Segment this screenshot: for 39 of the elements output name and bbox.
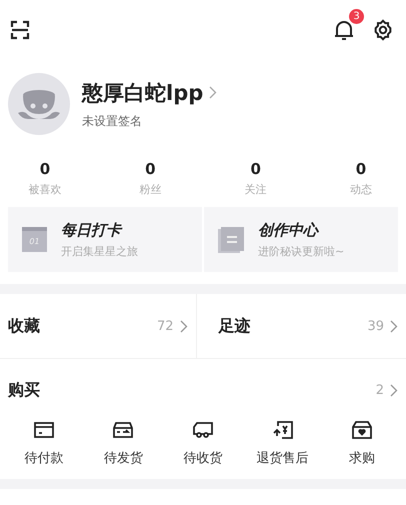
card-subtitle: 开启集星星之旅 — [61, 244, 138, 258]
stat-value[interactable]: 0 — [356, 160, 366, 178]
purchase-label[interactable]: 待发货 — [104, 449, 143, 467]
purchase-label[interactable]: 退货售后 — [256, 449, 309, 467]
refund-icon[interactable] — [272, 421, 293, 439]
card-title: 创作中心 — [258, 220, 320, 240]
stat-value[interactable]: 0 — [40, 160, 50, 178]
card-icon[interactable] — [34, 421, 54, 439]
shortcut-row[interactable]: 足迹 39 — [196, 294, 406, 358]
section-title: 购买 — [8, 380, 41, 400]
bell-icon[interactable] — [332, 18, 356, 42]
chevron-icon — [390, 320, 398, 332]
purchase-label[interactable]: 求购 — [349, 449, 376, 467]
document-icon — [218, 226, 244, 252]
shortcut-row[interactable]: 收藏 72 — [0, 294, 196, 358]
purchase-label[interactable]: 待收货 — [183, 449, 222, 467]
bag-icon[interactable] — [352, 421, 372, 439]
notification-badge: 3 — [349, 9, 364, 24]
card-title: 每日打卡 — [61, 220, 124, 240]
count-text: 39 — [367, 318, 384, 334]
signature-text: 未设置签名 — [82, 112, 143, 130]
stat-value[interactable]: 0 — [250, 160, 261, 178]
settings-icon[interactable] — [372, 19, 394, 41]
scan-icon[interactable] — [10, 20, 30, 40]
count-text: 2 — [376, 382, 384, 398]
chevron-icon[interactable] — [390, 384, 398, 396]
shortcut-label: 收藏 — [8, 316, 41, 336]
count-text: 72 — [156, 318, 174, 334]
box-icon[interactable] — [113, 421, 134, 439]
stat-value[interactable]: 0 — [145, 160, 156, 178]
shortcut-label: 足迹 — [218, 316, 252, 336]
purchase-label[interactable]: 待付款 — [24, 449, 64, 467]
chevron-icon — [180, 320, 188, 332]
chevron-icon — [209, 86, 218, 99]
truck-icon[interactable] — [192, 421, 214, 439]
avatar[interactable] — [8, 73, 70, 135]
card-subtitle: 进阶秘诀更新啦~ — [258, 244, 344, 258]
feature-card[interactable]: 创作中心 进阶秘诀更新啦~ — [204, 207, 398, 272]
user-name[interactable]: 憨厚白蛇lpp — [82, 78, 204, 106]
